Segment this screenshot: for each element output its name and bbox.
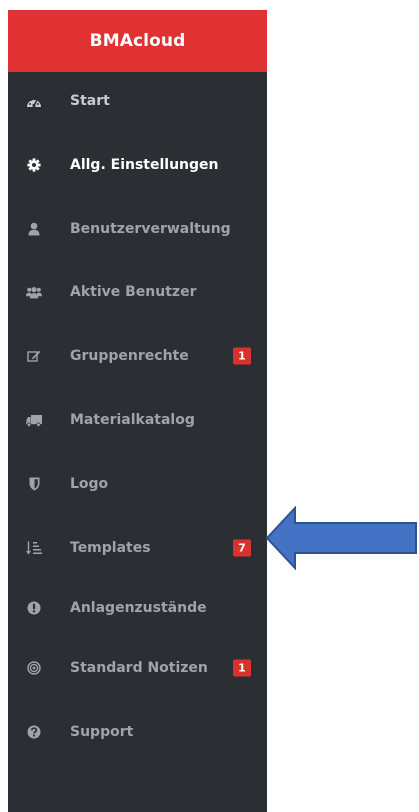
shield-icon (26, 476, 42, 492)
sidebar-item-gruppenrechte[interactable]: Gruppenrechte 1 (8, 336, 267, 376)
notification-badge: 1 (233, 659, 251, 677)
gear-icon (26, 157, 42, 173)
dashboard-icon (26, 93, 42, 109)
exclamation-circle-icon (26, 600, 42, 616)
sidebar-item-aktive-benutzer[interactable]: Aktive Benutzer (8, 272, 267, 312)
sidebar-item-label: Start (70, 93, 110, 109)
sidebar-item-materialkatalog[interactable]: Materialkatalog (8, 400, 267, 440)
sidebar-item-label: Templates (70, 540, 151, 556)
question-circle-icon (26, 724, 42, 740)
notification-badge: 1 (233, 347, 251, 365)
sidebar-item-anlagenzustaende[interactable]: Anlagenzustände (8, 588, 267, 628)
truck-icon (26, 412, 42, 428)
user-icon (26, 221, 42, 237)
sidebar-item-label: Support (70, 724, 134, 740)
sidebar-item-label: Materialkatalog (70, 412, 195, 428)
sidebar-item-support[interactable]: Support (8, 712, 267, 752)
sidebar-item-start[interactable]: Start (8, 81, 267, 121)
notification-badge: 7 (233, 539, 251, 557)
sidebar-item-label: Logo (70, 476, 109, 492)
brand-header[interactable]: BMAcloud (8, 10, 267, 72)
sidebar-item-allg-einstellungen[interactable]: Allg. Einstellungen (8, 145, 267, 185)
sidebar-item-label: Standard Notizen (70, 660, 208, 676)
sort-list-icon (26, 540, 42, 556)
sidebar-item-standard-notizen[interactable]: Standard Notizen 1 (8, 648, 267, 688)
sidebar-item-label: Gruppenrechte (70, 348, 189, 364)
sidebar-item-label: Benutzerverwaltung (70, 221, 231, 237)
sidebar-item-templates[interactable]: Templates 7 (8, 528, 267, 568)
bullseye-icon (26, 660, 42, 676)
sidebar-item-label: Allg. Einstellungen (70, 157, 219, 173)
users-icon (26, 284, 42, 300)
brand-title: BMAcloud (89, 31, 186, 51)
sidebar-item-benutzerverwaltung[interactable]: Benutzerverwaltung (8, 209, 267, 249)
sidebar-item-logo[interactable]: Logo (8, 464, 267, 504)
sidebar-item-label: Aktive Benutzer (70, 284, 197, 300)
sidebar-item-label: Anlagenzustände (70, 600, 207, 616)
sidebar-nav: Start Allg. Einstellungen Benutzerverwal… (8, 72, 267, 812)
sidebar: BMAcloud Start Allg. Einstellungen Benut… (8, 10, 267, 812)
annotation-arrow-pointing-left (265, 506, 417, 570)
edit-icon (26, 348, 42, 364)
